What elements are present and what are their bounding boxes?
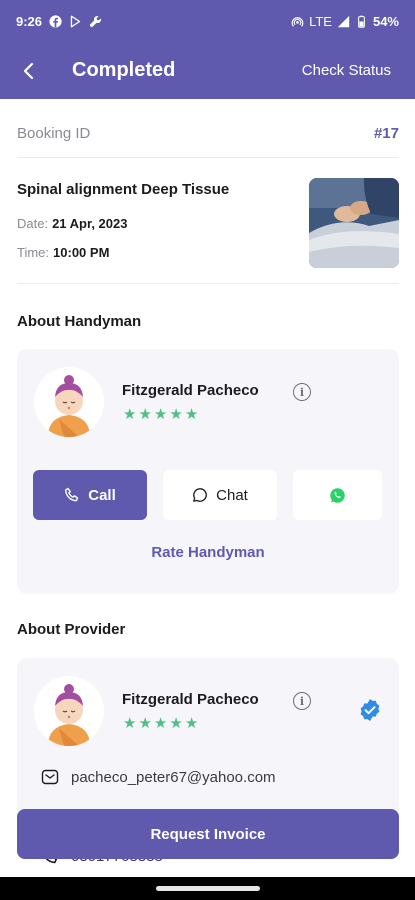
whatsapp-button[interactable] <box>293 470 382 520</box>
battery-icon <box>358 15 365 28</box>
app-bar: Completed Check Status <box>0 42 415 99</box>
handyman-avatar[interactable] <box>34 367 104 437</box>
star-icon: ★ <box>169 715 183 732</box>
hotspot-icon <box>291 16 304 27</box>
date-label: Date: <box>17 216 49 231</box>
handyman-section-title: About Handyman <box>17 313 142 330</box>
handyman-name: Fitzgerald Pacheco <box>122 382 259 399</box>
chat-label: Chat <box>216 486 248 504</box>
time-value: 10:00 PM <box>53 245 110 260</box>
system-nav-bar <box>0 877 415 900</box>
home-gesture-handle[interactable] <box>156 886 260 891</box>
star-icon: ★ <box>123 406 137 423</box>
provider-avatar[interactable] <box>34 676 104 746</box>
handyman-card: Fitzgerald Pacheco i ★ ★ ★ ★ ★ Call Chat… <box>17 349 399 594</box>
rate-handyman-link[interactable]: Rate Handyman <box>17 544 399 561</box>
call-label: Call <box>88 486 116 504</box>
star-icon: ★ <box>184 406 199 423</box>
service-summary: Spinal alignment Deep Tissue Date: 21 Apr… <box>17 172 399 284</box>
info-icon[interactable]: i <box>293 383 311 401</box>
star-icon: ★ <box>138 406 152 423</box>
page-title: Completed <box>72 59 176 81</box>
avatar-illustration <box>34 367 104 437</box>
battery-level: 54% <box>372 13 399 29</box>
call-button[interactable]: Call <box>33 470 147 520</box>
request-invoice-button[interactable]: Request Invoice <box>17 809 399 859</box>
star-icon: ★ <box>184 715 199 732</box>
provider-email-row[interactable]: pacheco_peter67@yahoo.com <box>41 768 276 786</box>
phone-icon <box>65 487 79 502</box>
booking-id-row: Booking ID #17 <box>17 110 399 158</box>
provider-name: Fitzgerald Pacheco <box>122 691 259 708</box>
info-icon[interactable]: i <box>293 692 311 710</box>
time-label: Time: <box>17 245 50 260</box>
avatar-illustration <box>34 676 104 746</box>
network-type: LTE <box>309 13 332 29</box>
play-store-icon <box>70 15 81 27</box>
status-bar: 9:26 LTE 54% <box>0 0 415 42</box>
whatsapp-icon <box>330 487 345 503</box>
star-icon: ★ <box>169 406 183 423</box>
date-value: 21 Apr, 2023 <box>52 216 128 231</box>
star-icon: ★ <box>153 715 168 732</box>
provider-card: Fitzgerald Pacheco i ★ ★ ★ ★ ★ pacheco_p… <box>17 658 399 865</box>
star-icon: ★ <box>123 715 137 732</box>
back-button[interactable] <box>0 42 58 99</box>
mail-icon <box>41 769 59 785</box>
status-time: 9:26 <box>16 13 43 29</box>
chat-button[interactable]: Chat <box>163 470 277 520</box>
service-name: Spinal alignment Deep Tissue <box>17 181 230 198</box>
provider-section-title: About Provider <box>17 621 126 638</box>
wrench-icon <box>89 15 102 27</box>
service-time: Time: 10:00 PM <box>17 245 109 260</box>
handyman-rating: ★ ★ ★ ★ ★ <box>123 407 198 422</box>
booking-id-label: Booking ID <box>17 125 91 142</box>
chat-icon <box>193 488 208 502</box>
service-date: Date: 21 Apr, 2023 <box>17 216 127 231</box>
check-status-button[interactable]: Check Status <box>302 62 391 79</box>
back-arrow-icon <box>23 62 34 79</box>
provider-email: pacheco_peter67@yahoo.com <box>71 768 276 786</box>
provider-rating: ★ ★ ★ ★ ★ <box>123 716 198 731</box>
verified-badge-icon <box>360 699 380 721</box>
signal-icon <box>337 15 350 27</box>
service-image[interactable] <box>309 178 399 268</box>
star-icon: ★ <box>153 406 168 423</box>
star-icon: ★ <box>138 715 152 732</box>
facebook-icon <box>49 14 62 28</box>
massage-photo <box>309 178 399 268</box>
booking-id-value: #17 <box>373 125 399 142</box>
